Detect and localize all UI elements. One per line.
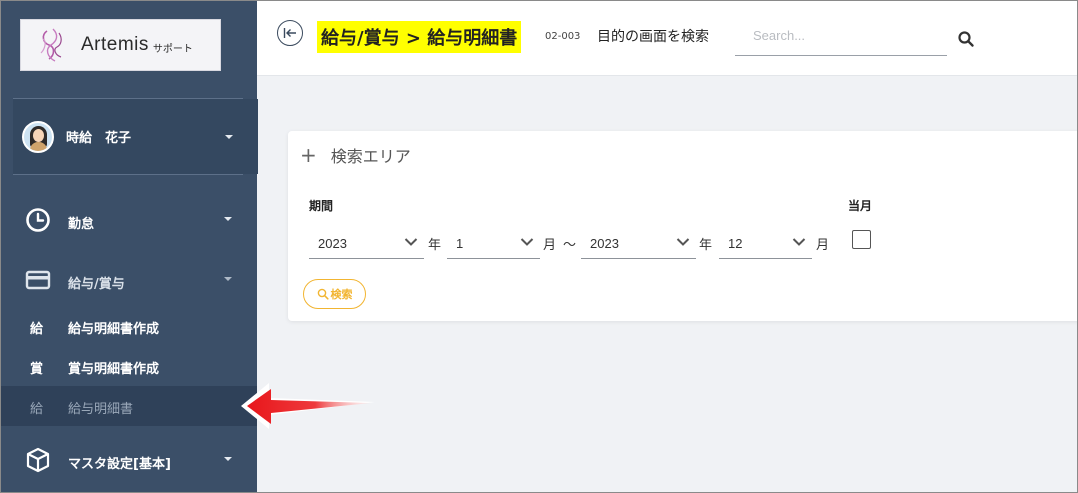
clock-icon [26,208,50,232]
divider [13,174,243,175]
sidebar-subitem-create-salary-statement[interactable]: 給 給与明細書作成 [1,306,257,346]
search-area-header[interactable]: + 検索エリア [300,143,411,167]
month-unit: 月 [816,238,830,253]
box-icon [26,447,50,473]
page-title-text: 給与/賞与 > 給与明細書 [321,28,518,49]
user-name: 時給 花子 [66,131,132,146]
sidebar-item-payroll[interactable]: 給与/賞与 [1,260,257,300]
logo-mark-icon [40,28,62,62]
screen-code: 02-003 [545,31,581,42]
year-unit: 年 [428,238,442,253]
avatar [22,120,54,153]
chevron-down-icon [520,238,534,246]
sidebar-item-label: 勤怠 [68,217,95,232]
subitem-kanji: 給 [30,322,44,337]
search-button[interactable]: 検索 [303,279,366,309]
current-month-checkbox[interactable] [852,230,871,249]
caret-down-icon [224,217,232,221]
sidebar-item-attendance[interactable]: 勤怠 [1,200,257,240]
search-area-panel: + 検索エリア 期間 当月 2023 年 1 月 ～ 2023 年 12 月 検… [288,131,1077,321]
from-year-select[interactable]: 2023 [309,227,424,259]
plus-icon: + [300,143,317,167]
sidebar-item-label: マスタ設定[基本] [68,457,171,472]
month-unit: 月 [543,238,557,253]
sidebar-item-label: 給与/賞与 [68,277,125,292]
screen-search-input[interactable] [735,16,947,56]
chevron-down-icon [792,238,806,246]
to-year-value: 2023 [590,236,619,251]
from-year-value: 2023 [318,236,347,251]
chevron-down-icon [676,238,690,246]
period-label: 期間 [309,199,334,213]
year-unit: 年 [699,238,713,253]
page-title: 給与/賞与 > 給与明細書 [317,21,522,53]
sidebar: Artemis サポート 時給 花子 勤怠 給与/賞与 給 給与明細書作成 賞 … [1,1,258,492]
search-icon [317,288,329,300]
to-year-select[interactable]: 2023 [581,227,696,259]
header: 給与/賞与 > 給与明細書 02-003 目的の画面を検索 [257,1,1077,76]
search-icon[interactable] [957,30,975,48]
subitem-kanji: 給 [30,402,44,417]
search-area-title: 検索エリア [330,147,411,166]
sidebar-subitem-create-bonus-statement[interactable]: 賞 賞与明細書作成 [1,346,257,386]
from-month-value: 1 [456,236,464,251]
user-menu[interactable]: 時給 花子 [13,99,258,174]
to-month-select[interactable]: 12 [719,227,812,259]
search-button-label: 検索 [330,288,353,301]
sidebar-subitem-salary-statement[interactable]: 給 給与明細書 [1,386,257,426]
chevron-down-icon [404,238,418,246]
to-month-value: 12 [728,236,743,251]
caret-down-icon [224,457,232,461]
caret-down-icon [224,277,232,281]
subitem-label: 給与明細書作成 [68,322,160,337]
logo[interactable]: Artemis サポート [20,19,221,71]
credit-card-icon [25,270,51,290]
subitem-label: 賞与明細書作成 [68,362,160,377]
app-window: Artemis サポート 時給 花子 勤怠 給与/賞与 給 給与明細書作成 賞 … [0,0,1078,493]
subitem-kanji: 賞 [30,362,44,377]
collapse-sidebar-button[interactable] [277,20,303,46]
subitem-label: 給与明細書 [68,402,134,417]
range-separator: ～ [563,238,577,253]
search-label: 目的の画面を検索 [597,29,709,45]
caret-down-icon [225,135,233,139]
arrow-left-bar-icon [283,28,296,38]
from-month-select[interactable]: 1 [447,227,540,259]
annotation-arrow-icon [241,383,375,429]
sidebar-item-master-settings[interactable]: マスタ設定[基本] [1,440,257,480]
logo-brand: Artemis [81,34,149,55]
current-month-label: 当月 [848,199,873,213]
logo-subtitle: サポート [152,44,193,55]
